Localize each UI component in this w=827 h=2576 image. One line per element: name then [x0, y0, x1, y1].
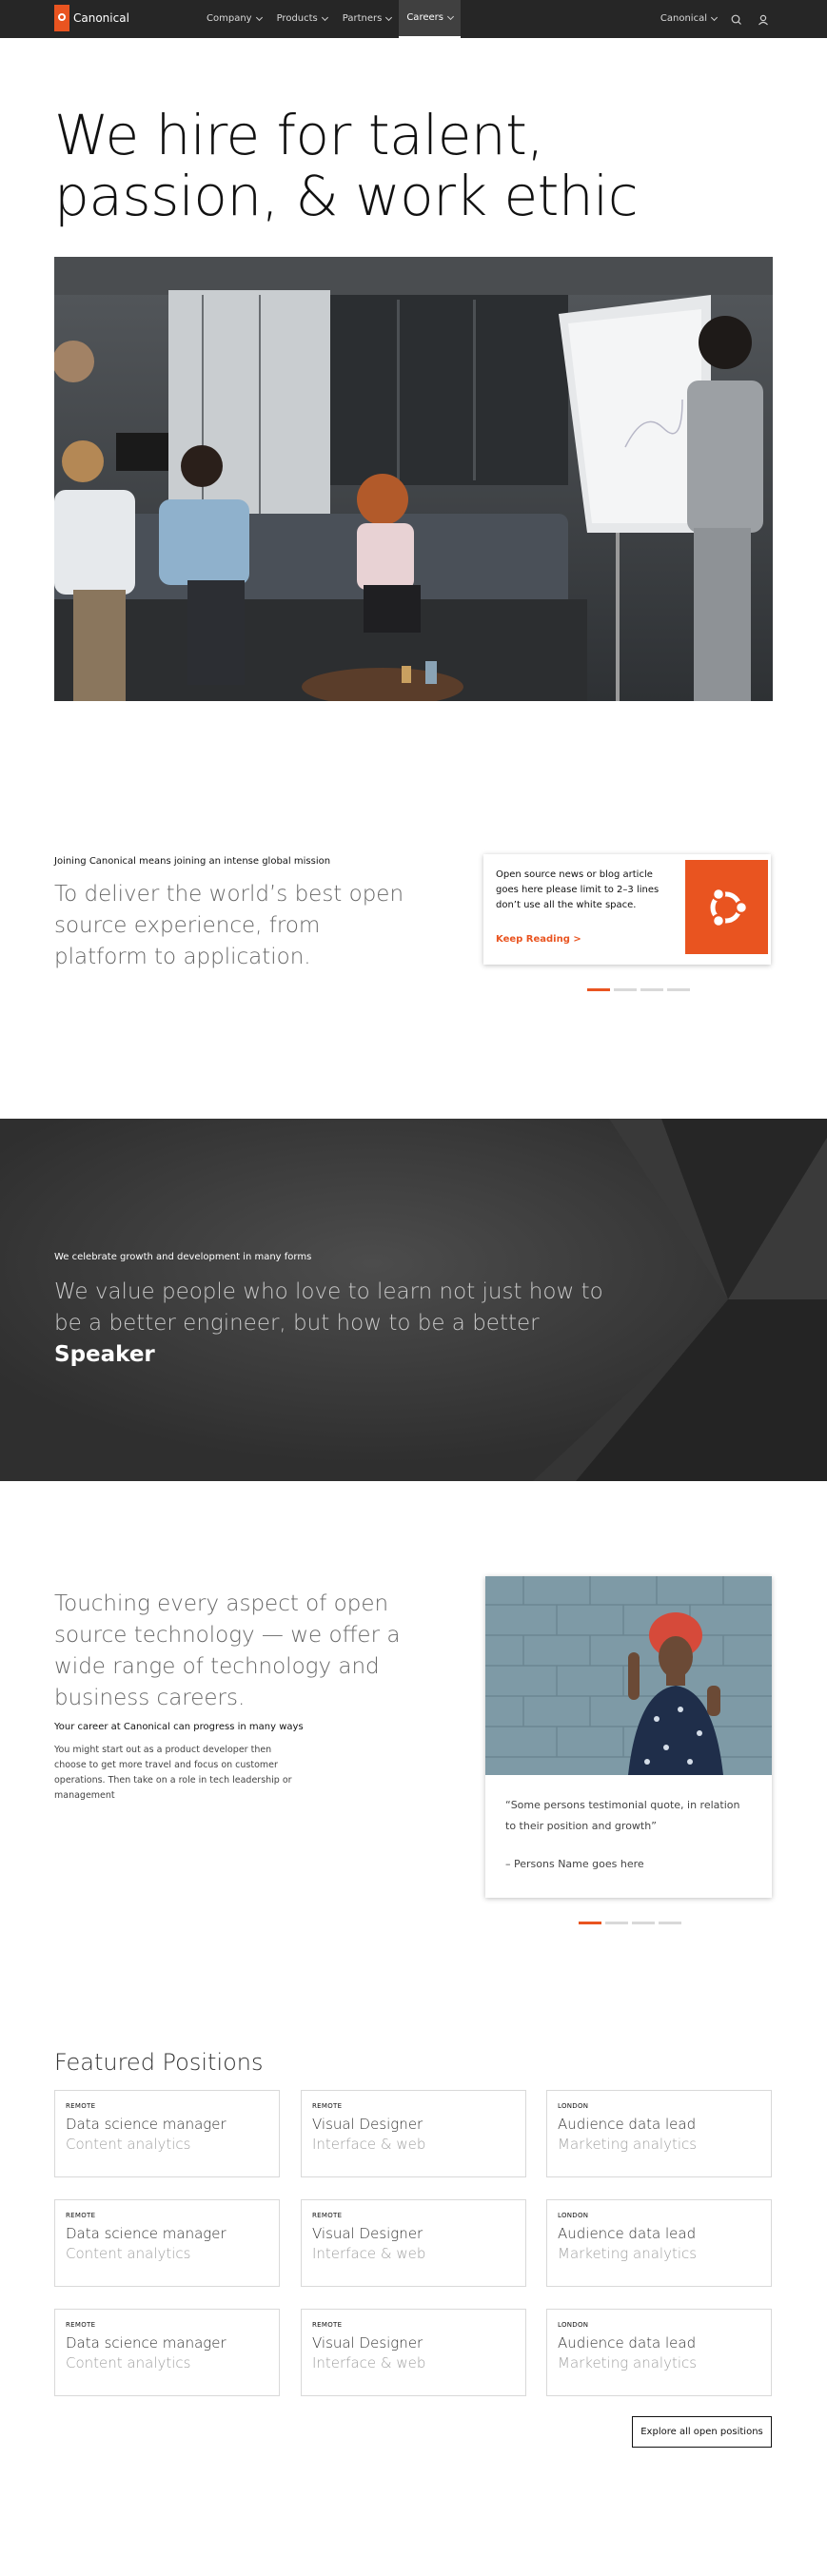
banner-text: We value people who love to learn not ju… — [54, 1279, 603, 1336]
position-location: REMOTE — [66, 2212, 96, 2219]
position-team: Marketing analytics — [558, 2136, 698, 2153]
news-card-text: Open source news or blog article goes he… — [496, 869, 660, 910]
position-location: LONDON — [558, 2102, 589, 2110]
testimonial-photo — [485, 1576, 772, 1775]
position-card[interactable]: LONDON Audience data lead Marketing anal… — [546, 2090, 772, 2177]
careers-statement: Touching every aspect of open source tec… — [54, 1591, 401, 1710]
chevron-down-icon — [255, 13, 263, 21]
news-carousel-indicators — [587, 988, 690, 991]
nav-item-label: Products — [276, 13, 318, 24]
carousel-dot[interactable] — [640, 988, 663, 991]
carousel-dot[interactable] — [579, 1922, 601, 1924]
position-team: Content analytics — [66, 2136, 191, 2153]
position-card[interactable]: REMOTE Data science manager Content anal… — [54, 2090, 280, 2177]
nav-item-canonical[interactable]: Canonical — [660, 0, 719, 38]
position-card[interactable]: REMOTE Visual Designer Interface & web — [301, 2090, 526, 2177]
position-location: LONDON — [558, 2212, 589, 2219]
growth-banner: We celebrate growth and development in m… — [0, 1119, 827, 1481]
banner-highlight: Speaker — [54, 1342, 155, 1367]
position-team: Content analytics — [66, 2354, 191, 2371]
position-card[interactable]: LONDON Audience data lead Marketing anal… — [546, 2309, 772, 2396]
position-role: Visual Designer — [312, 2334, 423, 2352]
position-role: Audience data lead — [558, 2116, 697, 2133]
search-icon[interactable] — [730, 12, 743, 26]
position-location: LONDON — [558, 2321, 589, 2329]
position-role: Visual Designer — [312, 2225, 423, 2242]
news-card[interactable]: Open source news or blog article goes he… — [483, 854, 771, 965]
carousel-dot[interactable] — [605, 1922, 628, 1924]
ubuntu-logo-icon — [710, 887, 749, 928]
mission-eyebrow: Joining Canonical means joining an inten… — [54, 856, 331, 867]
position-role: Audience data lead — [558, 2225, 697, 2242]
keep-reading-link[interactable]: Keep Reading > — [496, 934, 581, 945]
chevron-down-icon — [385, 13, 393, 21]
nav-item-products[interactable]: Products — [269, 0, 335, 38]
carousel-dot[interactable] — [659, 1922, 681, 1924]
position-team: Interface & web — [312, 2136, 426, 2153]
banner-eyebrow: We celebrate growth and development in m… — [54, 1252, 312, 1262]
featured-positions-title: Featured Positions — [54, 2049, 264, 2076]
page-title: We hire for talent, passion, & work ethi… — [54, 105, 720, 226]
nav-item-company[interactable]: Company — [199, 0, 269, 38]
position-team: Marketing analytics — [558, 2245, 698, 2262]
nav-item-partners[interactable]: Partners — [335, 0, 400, 38]
position-card[interactable]: LONDON Audience data lead Marketing anal… — [546, 2199, 772, 2287]
chevron-down-icon — [321, 13, 328, 21]
careers-subheading: Your career at Canonical can progress in… — [54, 1722, 304, 1732]
position-location: REMOTE — [312, 2321, 343, 2329]
position-location: REMOTE — [312, 2102, 343, 2110]
brand-name[interactable]: Canonical — [73, 11, 129, 25]
position-team: Content analytics — [66, 2245, 191, 2262]
testimonial-author: – Persons Name goes here — [505, 1858, 644, 1870]
nav-item-label: Careers — [406, 12, 443, 23]
top-navigation: Canonical Company Products Partners Care… — [0, 0, 827, 38]
carousel-dot[interactable] — [587, 988, 610, 991]
title-line-2: passion, & work ethic — [54, 164, 639, 228]
explore-positions-button[interactable]: Explore all open positions — [632, 2416, 772, 2448]
user-icon[interactable] — [757, 12, 770, 26]
nav-item-label: Partners — [342, 13, 383, 24]
position-location: REMOTE — [66, 2102, 96, 2110]
testimonial-carousel-indicators — [579, 1922, 681, 1924]
title-line-1: We hire for talent, — [54, 103, 544, 167]
position-team: Interface & web — [312, 2354, 426, 2371]
position-card[interactable]: REMOTE Data science manager Content anal… — [54, 2199, 280, 2287]
position-role: Audience data lead — [558, 2334, 697, 2352]
carousel-dot[interactable] — [667, 988, 690, 991]
mission-statement: To deliver the world’s best open source … — [54, 882, 404, 969]
canonical-logo-icon[interactable] — [54, 5, 69, 31]
main-menu: Company Products Partners Careers — [199, 0, 461, 38]
position-card[interactable]: REMOTE Visual Designer Interface & web — [301, 2199, 526, 2287]
banner-statement: We value people who love to learn not ju… — [54, 1277, 625, 1371]
position-location: REMOTE — [66, 2321, 96, 2329]
testimonial-quote: “Some persons testimonial quote, in rela… — [505, 1799, 740, 1832]
nav-item-label: Canonical — [660, 13, 707, 24]
position-location: REMOTE — [312, 2212, 343, 2219]
nav-item-careers[interactable]: Careers — [399, 0, 461, 38]
nav-right: Canonical — [660, 0, 770, 38]
position-role: Data science manager — [66, 2334, 226, 2352]
carousel-dot[interactable] — [614, 988, 637, 991]
position-role: Data science manager — [66, 2225, 226, 2242]
carousel-dot[interactable] — [632, 1922, 655, 1924]
testimonial-card: “Some persons testimonial quote, in rela… — [485, 1576, 772, 1898]
ubuntu-logo-tile — [685, 860, 768, 954]
position-role: Data science manager — [66, 2116, 226, 2133]
position-card[interactable]: REMOTE Visual Designer Interface & web — [301, 2309, 526, 2396]
hero-team-meeting-photo — [54, 257, 773, 701]
position-role: Visual Designer — [312, 2116, 423, 2133]
nav-item-label: Company — [207, 13, 252, 24]
chevron-down-icon — [710, 13, 719, 21]
position-card[interactable]: REMOTE Data science manager Content anal… — [54, 2309, 280, 2396]
position-team: Marketing analytics — [558, 2354, 698, 2371]
careers-body: You might start out as a product develop… — [54, 1745, 292, 1801]
position-team: Interface & web — [312, 2245, 426, 2262]
chevron-down-icon — [446, 12, 455, 20]
